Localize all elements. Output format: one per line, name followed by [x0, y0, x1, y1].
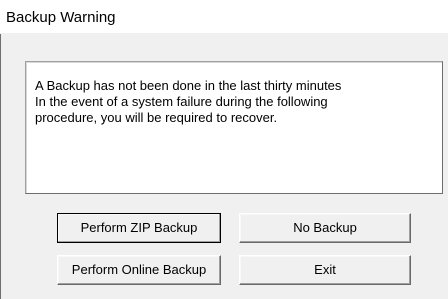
perform-online-backup-button[interactable]: Perform Online Backup: [57, 255, 221, 285]
message-panel: A Backup has not been done in the last t…: [25, 61, 443, 194]
window-title: Backup Warning: [6, 9, 116, 26]
no-backup-button[interactable]: No Backup: [239, 213, 411, 243]
exit-button[interactable]: Exit: [239, 255, 411, 285]
message-line-1: A Backup has not been done in the last t…: [35, 78, 342, 93]
message-line-3: procedure, you will be required to recov…: [35, 110, 278, 125]
message-line-2: In the event of a system failure during …: [35, 94, 328, 109]
perform-zip-backup-button[interactable]: Perform ZIP Backup: [57, 213, 221, 243]
title-bar[interactable]: Backup Warning: [0, 0, 448, 34]
dialog-body: A Backup has not been done in the last t…: [1, 34, 448, 299]
